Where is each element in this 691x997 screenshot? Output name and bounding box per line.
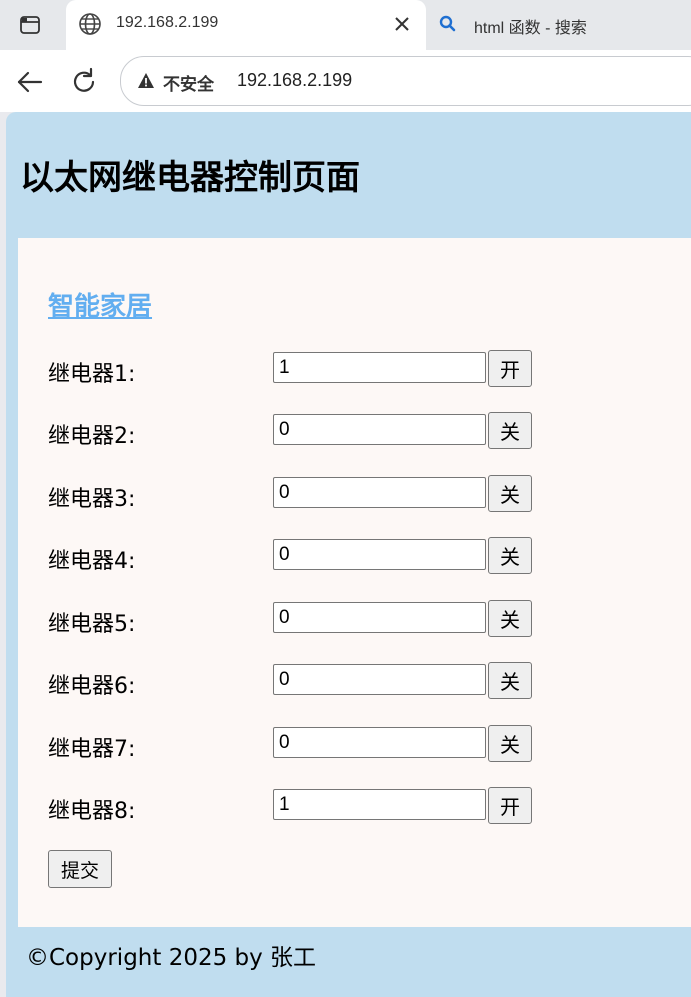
relay-4-toggle-button[interactable]: 关 [488, 537, 532, 574]
relay-1-input[interactable] [273, 352, 486, 383]
relay-label: 继电器8: [48, 799, 136, 824]
submit-button[interactable]: 提交 [48, 850, 112, 888]
relay-label: 继电器4: [48, 549, 136, 574]
relay-7-input[interactable] [273, 727, 486, 758]
tab-actions-button[interactable] [12, 11, 48, 39]
tab-title: html 函数 - 搜索 [474, 20, 587, 37]
relay-label: 继电器1: [48, 362, 136, 387]
globe-icon [79, 13, 101, 35]
relay-2-toggle-button[interactable]: 关 [488, 412, 532, 449]
relay-label: 继电器2: [48, 424, 136, 449]
relay-label: 继电器7: [48, 737, 136, 762]
search-icon [439, 15, 456, 32]
tab-inactive[interactable]: html 函数 - 搜索 [430, 0, 691, 50]
tab-title: 192.168.2.199 [116, 14, 219, 31]
tab-active[interactable]: 192.168.2.199 [66, 0, 426, 50]
warning-icon[interactable] [137, 72, 155, 90]
relay-row-6: 继电器6: 关 [48, 662, 548, 702]
content-panel: 智能家居 继电器1: 开 继电器2: 关 继电器3: 关 继电器4: 关 [18, 238, 691, 927]
relay-3-input[interactable] [273, 477, 486, 508]
relay-row-2: 继电器2: 关 [48, 412, 548, 452]
relay-1-toggle-button[interactable]: 开 [488, 350, 532, 387]
reload-icon[interactable] [68, 66, 100, 98]
relay-row-7: 继电器7: 关 [48, 725, 548, 765]
relay-7-toggle-button[interactable]: 关 [488, 725, 532, 762]
relay-6-input[interactable] [273, 664, 486, 695]
relay-row-8: 继电器8: 开 [48, 787, 548, 827]
relay-label: 继电器5: [48, 612, 136, 637]
footer-copyright: ©Copyright 2025 by 张工 [26, 945, 317, 971]
relay-row-3: 继电器3: 关 [48, 475, 548, 515]
relay-label: 继电器6: [48, 674, 136, 699]
address-bar[interactable]: 不安全 192.168.2.199 [120, 56, 691, 106]
relay-5-toggle-button[interactable]: 关 [488, 600, 532, 637]
back-arrow-icon[interactable] [14, 66, 46, 98]
relay-row-4: 继电器4: 关 [48, 537, 548, 577]
sidebar-icon [20, 16, 40, 34]
close-icon[interactable] [392, 14, 412, 34]
relay-8-toggle-button[interactable]: 开 [488, 787, 532, 824]
relay-5-input[interactable] [273, 602, 486, 633]
url-text[interactable]: 192.168.2.199 [237, 70, 352, 91]
tab-strip: 192.168.2.199 html 函数 - 搜索 [0, 0, 691, 50]
relay-8-input[interactable] [273, 789, 486, 820]
page-body: 以太网继电器控制页面 智能家居 继电器1: 开 继电器2: 关 继电器3: 关 … [6, 112, 691, 997]
security-label[interactable]: 不安全 [163, 70, 214, 95]
relay-label: 继电器3: [48, 487, 136, 512]
page-title: 以太网继电器控制页面 [20, 158, 360, 198]
relay-row-1: 继电器1: 开 [48, 350, 548, 390]
smart-home-link[interactable]: 智能家居 [48, 286, 152, 323]
relay-3-toggle-button[interactable]: 关 [488, 475, 532, 512]
relay-row-5: 继电器5: 关 [48, 600, 548, 640]
relay-6-toggle-button[interactable]: 关 [488, 662, 532, 699]
relay-2-input[interactable] [273, 414, 486, 445]
relay-4-input[interactable] [273, 539, 486, 570]
browser-toolbar: 不安全 192.168.2.199 [0, 50, 691, 112]
page-viewport: 以太网继电器控制页面 智能家居 继电器1: 开 继电器2: 关 继电器3: 关 … [0, 112, 691, 997]
